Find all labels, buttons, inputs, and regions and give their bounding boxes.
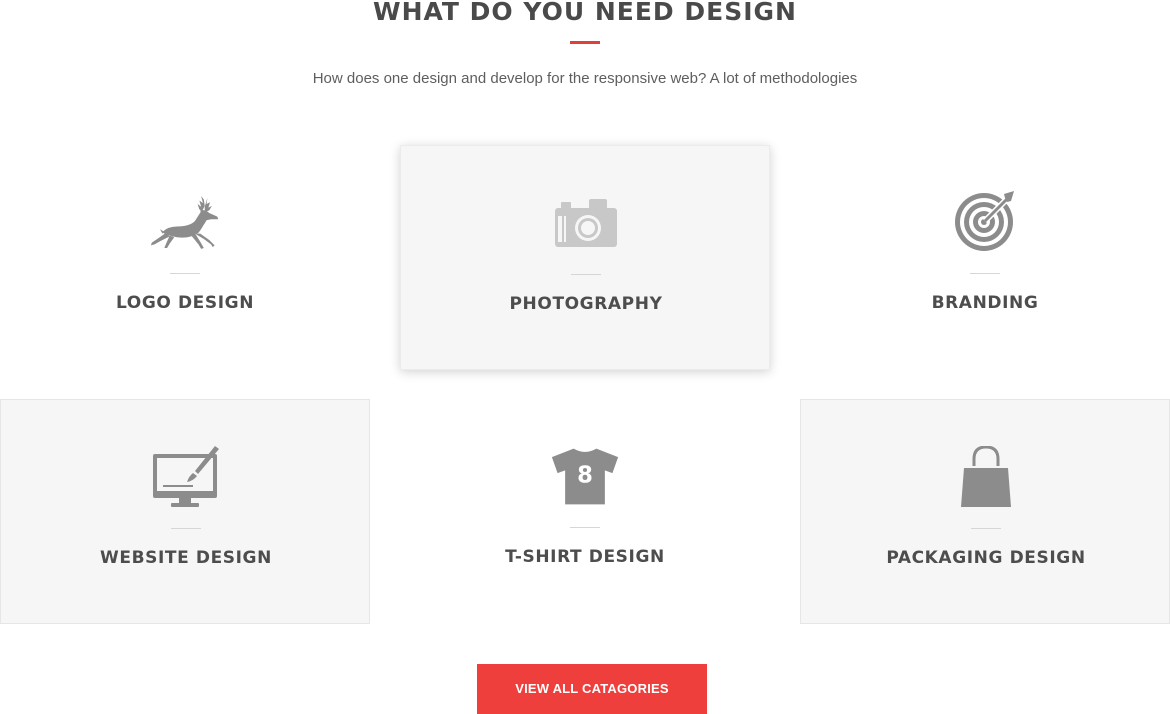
title-underline bbox=[570, 41, 600, 44]
view-all-categories-button[interactable]: VIEW ALL CATAGORIES bbox=[477, 664, 707, 714]
card-title: LOGO DESIGN bbox=[115, 293, 255, 313]
card-title: WEBSITE DESIGN bbox=[100, 548, 272, 568]
card-divider bbox=[971, 528, 1001, 529]
section-title: WHAT DO YOU NEED DESIGN bbox=[373, 0, 797, 26]
service-card-photography[interactable]: PHOTOGRAPHY bbox=[400, 145, 770, 370]
card-divider bbox=[571, 274, 601, 275]
service-card-logo-design[interactable]: LOGO DESIGN bbox=[0, 145, 370, 370]
tshirt-icon: 8 bbox=[550, 445, 620, 507]
service-card-packaging-design[interactable]: PACKAGING DESIGN bbox=[800, 399, 1170, 624]
target-icon bbox=[950, 191, 1020, 253]
card-divider bbox=[171, 528, 201, 529]
section-subtitle: How does one design and develop for the … bbox=[312, 70, 858, 87]
card-title: T-SHIRT DESIGN bbox=[505, 547, 665, 567]
card-title: PHOTOGRAPHY bbox=[509, 294, 663, 314]
service-card-website-design[interactable]: WEBSITE DESIGN bbox=[0, 399, 370, 624]
card-divider bbox=[970, 273, 1000, 274]
monitor-brush-icon bbox=[151, 446, 221, 508]
card-divider bbox=[170, 273, 200, 274]
service-card-branding[interactable]: BRANDING bbox=[800, 145, 1170, 370]
deer-icon bbox=[150, 191, 220, 253]
tshirt-number: 8 bbox=[577, 463, 593, 489]
card-divider bbox=[570, 527, 600, 528]
card-title: PACKAGING DESIGN bbox=[886, 548, 1086, 568]
shopping-bag-icon bbox=[951, 446, 1021, 508]
service-card-tshirt-design[interactable]: 8 T-SHIRT DESIGN bbox=[400, 399, 770, 624]
card-title: BRANDING bbox=[931, 293, 1039, 313]
camera-icon bbox=[551, 192, 621, 254]
